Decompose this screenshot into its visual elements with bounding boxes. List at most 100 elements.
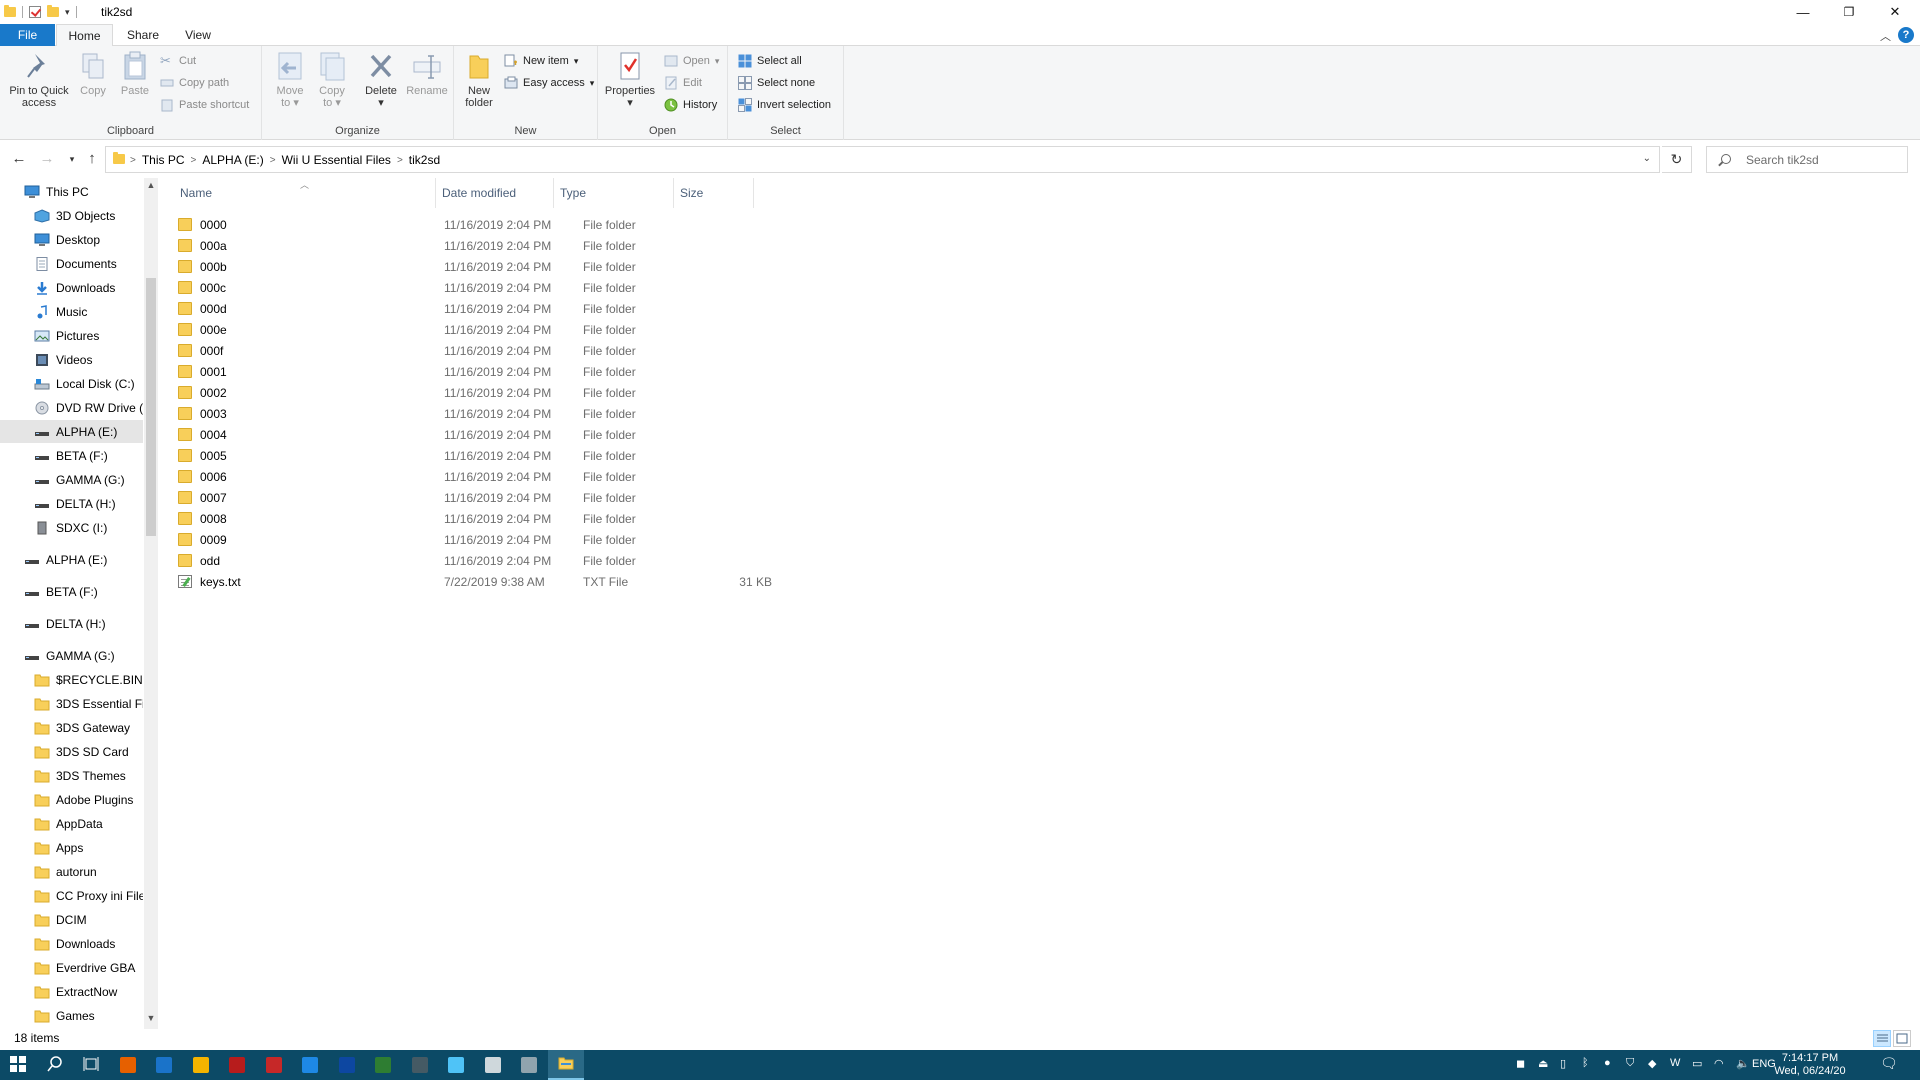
sidebar-item[interactable]: Local Disk (C:) <box>0 372 143 395</box>
sidebar-item[interactable]: DELTA (H:) <box>0 612 143 635</box>
file-row[interactable]: 0004 11/16/2019 2:04 PM File folder <box>176 424 796 445</box>
sidebar-item[interactable]: 3DS SD Card <box>0 740 143 763</box>
taskbar-button[interactable] <box>402 1050 438 1080</box>
taskbar-button[interactable] <box>438 1050 474 1080</box>
file-row[interactable]: 0003 11/16/2019 2:04 PM File folder <box>176 403 796 424</box>
sidebar-item[interactable]: ExtractNow <box>0 980 143 1003</box>
taskbar-button[interactable] <box>219 1050 255 1080</box>
forward-arrow-icon[interactable]: → <box>38 151 56 167</box>
file-row[interactable]: 0001 11/16/2019 2:04 PM File folder <box>176 361 796 382</box>
taskbar-button[interactable] <box>37 1050 73 1080</box>
breadcrumb-tik2sd[interactable]: tik2sd <box>409 153 440 167</box>
taskbar-button[interactable] <box>256 1050 292 1080</box>
minimize-ribbon-chevron-icon[interactable]: ︿ <box>1880 28 1891 44</box>
tab-share[interactable]: Share <box>114 24 172 46</box>
help-icon[interactable]: ? <box>1898 27 1914 43</box>
file-row[interactable]: keys.txt 7/22/2019 9:38 AM TXT File 31 KB <box>176 571 796 592</box>
tray-power-icon[interactable]: ▭ <box>1692 1057 1702 1070</box>
chevron-right-icon[interactable]: > <box>191 155 197 166</box>
taskbar-button[interactable] <box>329 1050 365 1080</box>
tray-shield-icon[interactable]: ◆ <box>1648 1057 1656 1070</box>
up-arrow-icon[interactable]: ↑ <box>83 151 101 167</box>
sidebar-item[interactable]: Adobe Plugins <box>0 788 143 811</box>
sidebar-item[interactable]: 3DS Essential File <box>0 692 143 715</box>
sidebar-item[interactable]: Everdrive GBA <box>0 956 143 979</box>
copy-button[interactable]: Copy <box>76 50 110 97</box>
properties-icon[interactable] <box>29 6 41 18</box>
notifications-icon[interactable]: 🗨 <box>1880 1055 1898 1072</box>
easy-access-button[interactable]: Easy access ▾ <box>504 74 594 92</box>
chevron-right-icon[interactable]: > <box>397 155 403 166</box>
paste-button[interactable]: Paste <box>116 50 154 97</box>
taskbar-button[interactable] <box>0 1050 36 1080</box>
close-button[interactable]: ✕ <box>1872 0 1918 24</box>
sidebar-item[interactable]: Downloads <box>0 276 143 299</box>
sidebar-item[interactable]: ALPHA (E:) <box>0 548 143 571</box>
navigation-pane-scrollbar[interactable]: ▲ ▼ <box>144 178 158 1029</box>
search-input[interactable]: Search tik2sd <box>1706 146 1908 173</box>
tray-word-icon[interactable]: W <box>1670 1057 1680 1069</box>
sidebar-item[interactable]: AppData <box>0 812 143 835</box>
tray-battery-icon[interactable]: ▯ <box>1560 1057 1566 1070</box>
tab-home[interactable]: Home <box>56 24 113 47</box>
tray-app-icon[interactable]: ◼ <box>1516 1057 1525 1070</box>
breadcrumb-wii-u-essential-files[interactable]: Wii U Essential Files <box>282 153 391 167</box>
taskbar-button[interactable] <box>475 1050 511 1080</box>
tab-view[interactable]: View <box>172 24 224 46</box>
sidebar-item[interactable]: Downloads <box>0 932 143 955</box>
open-button[interactable]: Open ▾ <box>664 52 719 70</box>
sidebar-item[interactable]: autorun <box>0 860 143 883</box>
maximize-button[interactable]: ❐ <box>1826 0 1872 24</box>
sidebar-item[interactable]: GAMMA (G:) <box>0 644 143 667</box>
wifi-icon[interactable]: ◠ <box>1714 1057 1724 1070</box>
scroll-down-arrow-icon[interactable]: ▼ <box>146 1013 156 1023</box>
file-row[interactable]: 000f 11/16/2019 2:04 PM File folder <box>176 340 796 361</box>
taskbar-button[interactable] <box>183 1050 219 1080</box>
details-view-button[interactable] <box>1873 1030 1891 1047</box>
file-row[interactable]: 0002 11/16/2019 2:04 PM File folder <box>176 382 796 403</box>
move-to-button[interactable]: Move to ▾ <box>270 50 310 109</box>
new-folder-icon[interactable] <box>47 5 59 17</box>
chevron-right-icon[interactable]: > <box>130 155 136 166</box>
taskbar-button[interactable] <box>365 1050 401 1080</box>
sidebar-item[interactable]: BETA (F:) <box>0 580 143 603</box>
sidebar-item[interactable]: 3DS Gateway <box>0 716 143 739</box>
address-bar[interactable]: > This PC > ALPHA (E:) > Wii U Essential… <box>105 146 1660 173</box>
file-row[interactable]: 0008 11/16/2019 2:04 PM File folder <box>176 508 796 529</box>
properties-dropdown-icon[interactable]: ▾ <box>602 97 658 109</box>
sidebar-item[interactable]: Videos <box>0 348 143 371</box>
minimize-button[interactable]: — <box>1780 0 1826 24</box>
invert-selection-button[interactable]: Invert selection <box>738 96 831 114</box>
volume-icon[interactable]: 🔈 <box>1736 1057 1750 1070</box>
column-header-type[interactable]: Type <box>554 178 674 208</box>
sidebar-item[interactable]: This PC <box>0 180 143 203</box>
taskbar-button[interactable] <box>511 1050 547 1080</box>
sidebar-item[interactable]: Desktop <box>0 228 143 251</box>
bluetooth-icon[interactable]: ᛒ <box>1582 1057 1589 1069</box>
taskbar-button[interactable] <box>146 1050 182 1080</box>
sidebar-item[interactable]: GAMMA (G:) <box>0 468 143 491</box>
scrollbar-thumb[interactable] <box>146 278 156 536</box>
large-icons-view-button[interactable] <box>1893 1030 1911 1047</box>
select-none-button[interactable]: Select none <box>738 74 815 92</box>
copy-path-button[interactable]: Copy path <box>160 74 229 92</box>
sidebar-item[interactable]: ALPHA (E:) <box>0 420 143 443</box>
file-row[interactable]: 000c 11/16/2019 2:04 PM File folder <box>176 277 796 298</box>
pin-to-quick-access-button[interactable]: Pin to Quick access <box>4 50 74 109</box>
file-row[interactable]: 0005 11/16/2019 2:04 PM File folder <box>176 445 796 466</box>
sidebar-item[interactable]: DELTA (H:) <box>0 492 143 515</box>
tab-file[interactable]: File <box>0 24 55 46</box>
sidebar-item[interactable]: $RECYCLE.BIN <box>0 668 143 691</box>
file-row[interactable]: 000a 11/16/2019 2:04 PM File folder <box>176 235 796 256</box>
recent-locations-chevron-icon[interactable]: ▾ <box>63 151 81 167</box>
new-item-button[interactable]: New item ▾ <box>504 52 578 70</box>
delete-button[interactable]: Delete ▾ <box>360 50 402 109</box>
file-row[interactable]: 000e 11/16/2019 2:04 PM File folder <box>176 319 796 340</box>
tray-red-app-icon[interactable]: ● <box>1604 1057 1611 1069</box>
breadcrumb-this-pc[interactable]: This PC <box>142 153 185 167</box>
cut-button[interactable]: ✂ Cut <box>160 52 196 70</box>
new-folder-button[interactable]: New folder <box>456 50 502 109</box>
taskbar-button[interactable] <box>547 1050 584 1080</box>
sidebar-item[interactable]: Apps <box>0 836 143 859</box>
sidebar-item[interactable]: Pictures <box>0 324 143 347</box>
